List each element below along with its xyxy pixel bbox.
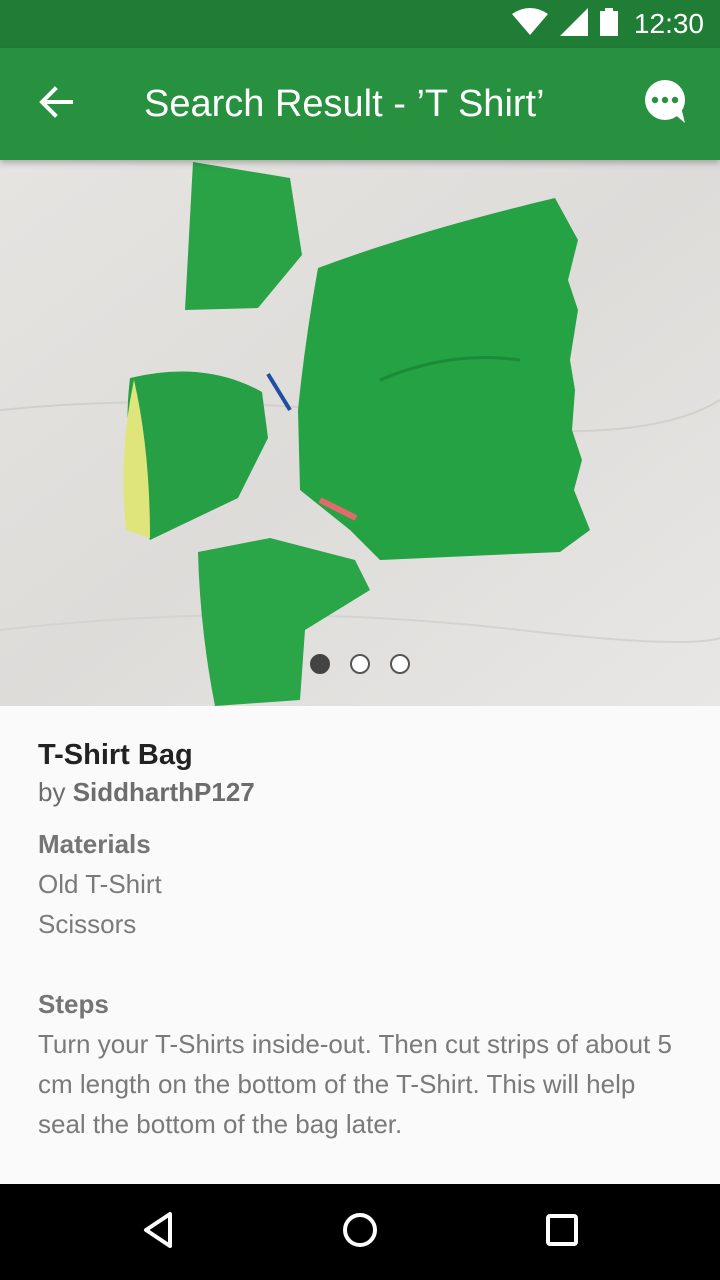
material-item: Old T-Shirt bbox=[38, 869, 162, 899]
back-triangle-icon bbox=[140, 1210, 180, 1255]
chat-button[interactable] bbox=[634, 72, 698, 136]
carousel-dot-3[interactable] bbox=[390, 654, 410, 674]
materials-heading: Materials bbox=[38, 829, 151, 859]
system-nav-bar bbox=[0, 1184, 720, 1280]
material-item: Scissors bbox=[38, 909, 137, 939]
nav-recents-button[interactable] bbox=[530, 1200, 594, 1264]
status-bar: 12:30 bbox=[0, 0, 720, 48]
steps-text: Turn your T-Shirts inside-out. Then cut … bbox=[38, 1029, 672, 1139]
app-bar: Search Result - ’T Shirt’ bbox=[0, 48, 720, 160]
status-icons: 12:30 bbox=[511, 0, 704, 48]
carousel-dot-1[interactable] bbox=[310, 654, 330, 674]
wifi-icon bbox=[511, 7, 548, 41]
page-title: Search Result - ’T Shirt’ bbox=[144, 83, 545, 125]
carousel-indicator bbox=[0, 654, 720, 686]
project-image-carousel[interactable] bbox=[0, 160, 720, 706]
cell-signal-icon bbox=[559, 7, 588, 41]
project-details: T-Shirt Bag by SiddharthP127 Materials O… bbox=[38, 706, 688, 1144]
steps-heading: Steps bbox=[38, 989, 109, 1019]
back-button[interactable] bbox=[24, 72, 88, 136]
recents-square-icon bbox=[542, 1210, 582, 1255]
home-circle-icon bbox=[340, 1210, 380, 1255]
arrow-left-icon bbox=[38, 84, 74, 125]
author-byline[interactable]: by SiddharthP127 bbox=[38, 774, 688, 810]
project-title: T-Shirt Bag bbox=[38, 739, 193, 771]
chat-bubble-icon bbox=[643, 79, 689, 130]
status-time: 12:30 bbox=[633, 8, 704, 39]
author-name[interactable]: SiddharthP127 bbox=[73, 777, 255, 807]
tshirt-photo bbox=[0, 160, 720, 706]
byline-prefix: by bbox=[38, 777, 66, 807]
carousel-dot-2[interactable] bbox=[350, 654, 370, 674]
nav-back-button[interactable] bbox=[128, 1200, 192, 1264]
nav-home-button[interactable] bbox=[328, 1200, 392, 1264]
battery-icon bbox=[599, 7, 618, 41]
